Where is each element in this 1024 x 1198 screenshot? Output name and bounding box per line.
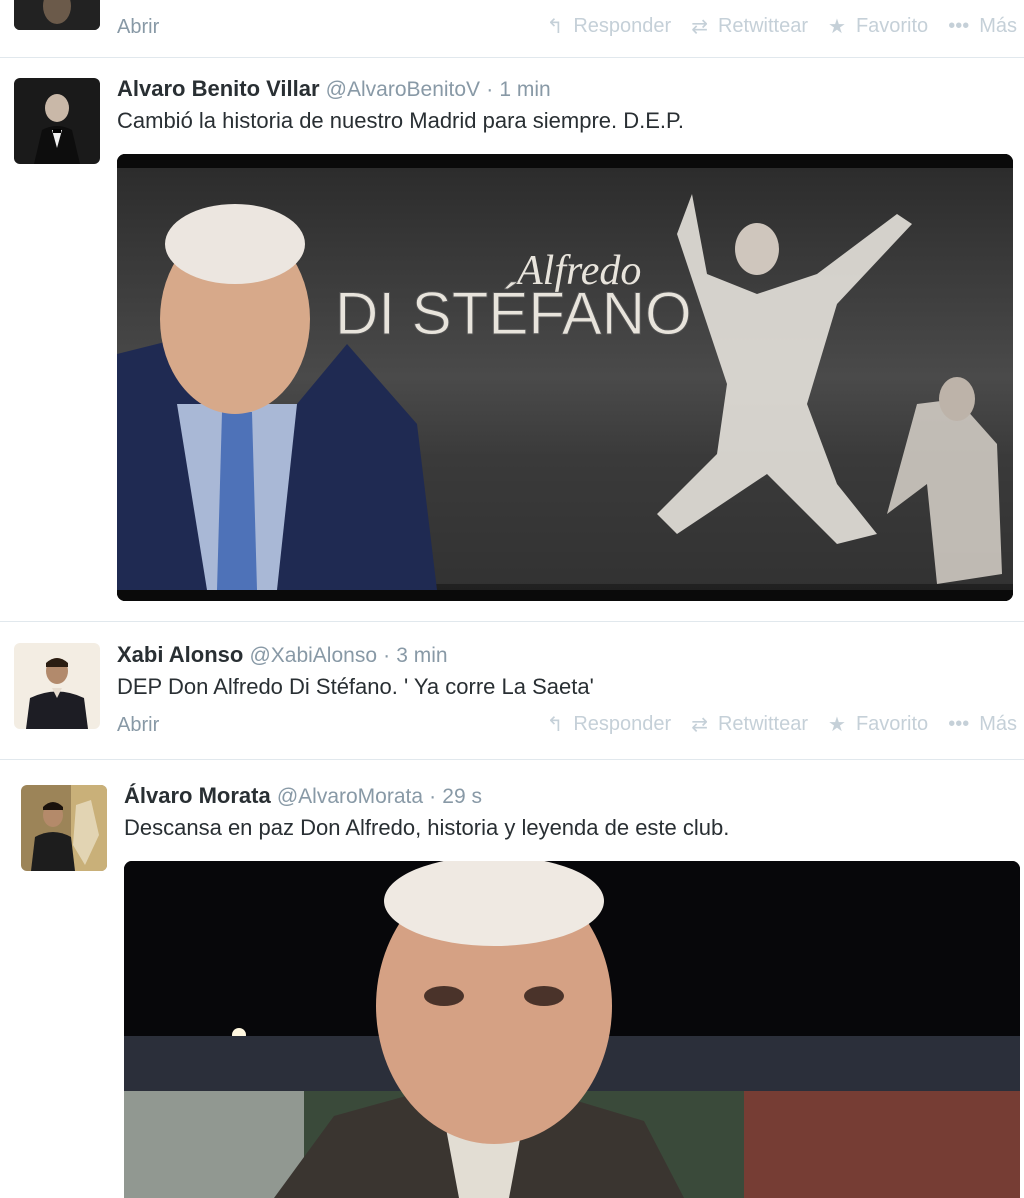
favorite-button[interactable]: ★ Favorito <box>828 14 928 39</box>
tweet-timestamp[interactable]: 3 min <box>396 644 447 667</box>
author-name[interactable]: Álvaro Morata <box>124 783 271 808</box>
star-icon: ★ <box>828 16 846 38</box>
avatar[interactable] <box>14 643 100 729</box>
retweet-icon: ⇄ <box>691 714 708 736</box>
tweet-3: Álvaro Morata @AlvaroMorata · 29 s Desca… <box>0 761 1024 1198</box>
author-name[interactable]: Xabi Alonso <box>117 642 243 667</box>
reply-button[interactable]: ↰ Responder <box>547 14 672 39</box>
open-link[interactable]: Abrir <box>117 16 159 39</box>
tweet-text: DEP Don Alfredo Di Stéfano. ' Ya corre L… <box>117 674 594 699</box>
reply-button[interactable]: ↰ Responder <box>547 712 672 737</box>
tweet-text: Cambió la historia de nuestro Madrid par… <box>117 108 684 133</box>
tweet-text: Descansa en paz Don Alfredo, historia y … <box>124 815 730 840</box>
author-handle[interactable]: @AlvaroBenitoV <box>326 78 480 101</box>
more-button[interactable]: ••• Más <box>948 14 1017 39</box>
tweet-0: Abrir ↰ Responder ⇄ Retwittear ★ Favorito •… <box>0 0 1024 58</box>
tweet-media-image[interactable]: Alfredo DI STÉFANO <box>117 154 1013 601</box>
tweet-media-image[interactable] <box>124 861 1020 1198</box>
avatar[interactable] <box>14 78 100 164</box>
star-icon: ★ <box>828 714 846 736</box>
retweet-button[interactable]: ⇄ Retwittear <box>691 712 808 737</box>
reply-icon: ↰ <box>546 16 564 38</box>
tweet-1: Alvaro Benito Villar @AlvaroBenitoV · 1 … <box>0 59 1024 622</box>
tweet-2: Xabi Alonso @XabiAlonso · 3 min DEP Don … <box>0 623 1024 760</box>
author-handle[interactable]: @XabiAlonso <box>249 644 377 667</box>
tweet-timestamp[interactable]: 29 s <box>442 785 482 808</box>
separator: · <box>383 644 391 667</box>
separator: · <box>486 78 494 101</box>
more-icon: ••• <box>948 15 970 37</box>
tweet-timestamp[interactable]: 1 min <box>499 78 550 101</box>
author-handle[interactable]: @AlvaroMorata <box>277 785 423 808</box>
favorite-button[interactable]: ★ Favorito <box>828 712 928 737</box>
retweet-button[interactable]: ⇄ Retwittear <box>691 14 808 39</box>
author-name[interactable]: Alvaro Benito Villar <box>117 76 320 101</box>
avatar[interactable] <box>21 785 107 871</box>
media-title-main: DI STÉFANO <box>335 280 692 347</box>
open-link[interactable]: Abrir <box>117 714 159 737</box>
tweet-actions: ↰ Responder ⇄ Retwittear ★ Favorito ••• Más <box>527 14 1017 39</box>
more-icon: ••• <box>948 713 970 735</box>
reply-icon: ↰ <box>546 714 564 736</box>
tweet-actions: ↰ Responder ⇄ Retwittear ★ Favorito ••• Más <box>527 712 1017 737</box>
retweet-icon: ⇄ <box>691 16 708 38</box>
more-button[interactable]: ••• Más <box>948 712 1017 737</box>
separator: · <box>429 785 437 808</box>
avatar[interactable] <box>14 0 100 30</box>
